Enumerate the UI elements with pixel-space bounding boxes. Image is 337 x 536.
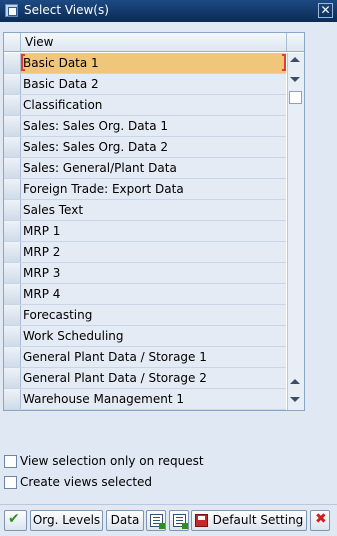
row-label: General Plant Data / Storage 2	[23, 371, 207, 385]
scroll-down-icon[interactable]	[290, 77, 300, 82]
table-row[interactable]: Sales Text	[4, 200, 286, 221]
scroll-up-icon[interactable]	[290, 57, 300, 62]
table-row[interactable]: General Plant Data / Storage 1	[4, 347, 286, 368]
table-row[interactable]: MRP 3	[4, 263, 286, 284]
cancel-button[interactable]: ✖	[310, 510, 330, 531]
table-row[interactable]: Basic Data 2	[4, 74, 286, 95]
table-row[interactable]: MRP 4	[4, 284, 286, 305]
table-row[interactable]: Sales: Sales Org. Data 2	[4, 137, 286, 158]
org-levels-button[interactable]: Org. Levels	[30, 510, 103, 531]
view-on-request-label: View selection only on request	[20, 454, 204, 468]
row-label: Foreign Trade: Export Data	[23, 182, 184, 196]
table-row[interactable]: Sales: Sales Org. Data 1	[4, 116, 286, 137]
save-icon	[195, 514, 208, 527]
row-label: Basic Data 1	[23, 56, 99, 70]
row-label: Forecasting	[23, 308, 93, 322]
close-button[interactable]: ✕	[318, 3, 333, 18]
row-selector[interactable]	[4, 305, 21, 325]
table-header: View	[4, 33, 304, 52]
table-row[interactable]: Warehouse Management 1	[4, 389, 286, 410]
table-row[interactable]: Basic Data 1	[4, 53, 286, 74]
column-settings[interactable]	[286, 33, 304, 51]
row-label: Warehouse Management 1	[23, 392, 185, 406]
select-all-column-header[interactable]	[4, 33, 21, 51]
confirm-button[interactable]: ✔	[4, 510, 27, 531]
row-label: MRP 3	[23, 266, 61, 280]
default-setting-label: Default Setting	[212, 513, 304, 527]
row-selector[interactable]	[4, 179, 21, 199]
create-selected-label: Create views selected	[20, 475, 153, 489]
row-selector[interactable]	[4, 158, 21, 178]
row-selector[interactable]	[4, 263, 21, 283]
create-selected-checkbox[interactable]	[4, 476, 17, 489]
row-label: Basic Data 2	[23, 77, 99, 91]
row-selector[interactable]	[4, 74, 21, 94]
check-icon: ✔	[8, 511, 20, 527]
table-row[interactable]: MRP 2	[4, 242, 286, 263]
bottom-toolbar: ✔ Org. Levels Data Default Setting ✖	[0, 504, 337, 536]
row-selector[interactable]	[4, 242, 21, 262]
row-selector[interactable]	[4, 347, 21, 367]
table-row[interactable]: Sales: General/Plant Data	[4, 158, 286, 179]
row-label: MRP 2	[23, 245, 61, 259]
row-label: MRP 1	[23, 224, 61, 238]
row-selector[interactable]	[4, 137, 21, 157]
table-row[interactable]: Forecasting	[4, 305, 286, 326]
deselect-all-icon	[173, 514, 188, 529]
vertical-scrollbar[interactable]	[287, 53, 304, 410]
row-selector[interactable]	[4, 53, 21, 73]
data-button[interactable]: Data	[106, 510, 144, 531]
select-all-button[interactable]	[146, 510, 166, 531]
row-selector[interactable]	[4, 284, 21, 304]
row-label: Classification	[23, 98, 103, 112]
deselect-all-button[interactable]	[169, 510, 189, 531]
row-selector[interactable]	[4, 95, 21, 115]
default-setting-button[interactable]: Default Setting	[191, 510, 307, 531]
view-on-request-checkbox[interactable]	[4, 455, 17, 468]
row-label: MRP 4	[23, 287, 61, 301]
select-all-icon	[150, 514, 165, 529]
row-selector[interactable]	[4, 389, 21, 409]
scroll-up-bottom-icon[interactable]	[290, 379, 300, 384]
row-label: Sales: Sales Org. Data 2	[23, 140, 169, 154]
table-row[interactable]: Work Scheduling	[4, 326, 286, 347]
row-selector[interactable]	[4, 116, 21, 136]
cancel-icon: ✖	[315, 511, 327, 527]
row-selector[interactable]	[4, 326, 21, 346]
row-label: General Plant Data / Storage 1	[23, 350, 207, 364]
table-row[interactable]: Foreign Trade: Export Data	[4, 179, 286, 200]
title-bar: Select View(s) ✕	[0, 0, 337, 22]
table-row[interactable]: MRP 1	[4, 221, 286, 242]
row-label: Sales Text	[23, 203, 84, 217]
view-table: View Basic Data 1 Basic Data 2 Classific…	[3, 32, 305, 411]
row-selector[interactable]	[4, 221, 21, 241]
table-row[interactable]: Classification	[4, 95, 286, 116]
window-title: Select View(s)	[24, 3, 109, 17]
table-row[interactable]: General Plant Data / Storage 2	[4, 368, 286, 389]
scroll-thumb[interactable]	[289, 91, 302, 104]
row-selector[interactable]	[4, 200, 21, 220]
row-label: Sales: Sales Org. Data 1	[23, 119, 169, 133]
view-rows: Basic Data 1 Basic Data 2 Classification…	[4, 53, 286, 410]
row-selector[interactable]	[4, 368, 21, 388]
column-header-view[interactable]: View	[25, 35, 53, 49]
scroll-down-bottom-icon[interactable]	[290, 397, 300, 402]
window-icon	[5, 4, 18, 17]
row-label: Sales: General/Plant Data	[23, 161, 177, 175]
row-label: Work Scheduling	[23, 329, 124, 343]
